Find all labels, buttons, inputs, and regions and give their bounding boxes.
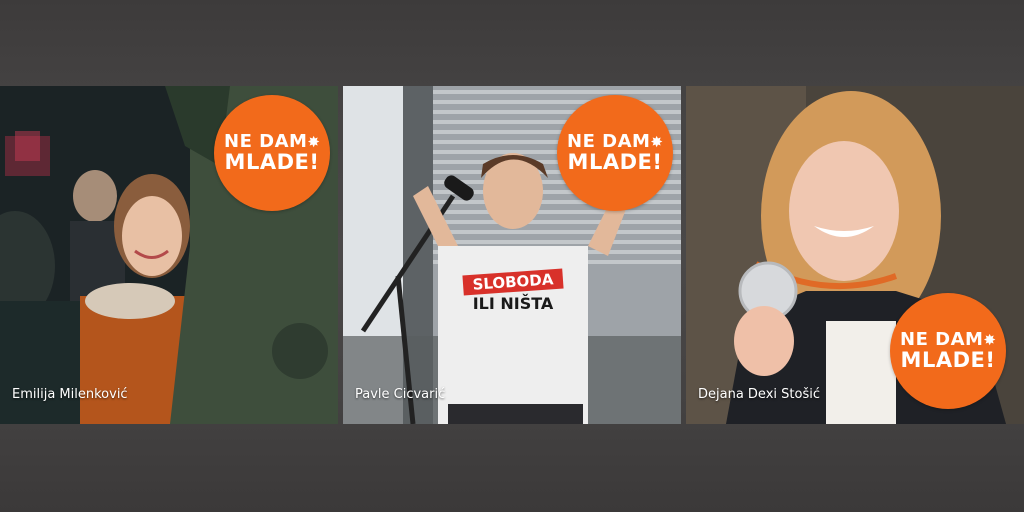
ne-dam-mlade-badge: NE DAM✸ MLADE! [890, 293, 1006, 409]
photo-panel-1: NE DAM✸ MLADE! Emilija Milenković [0, 86, 338, 424]
photo-panel-2: SLOBODA ILI NIŠTA NE DAM✸ MLADE! Pavle C… [343, 86, 681, 424]
badge-line-1: NE DAM [900, 328, 984, 350]
badge-line-2: MLADE! [900, 348, 996, 373]
burst-icon: ✸ [307, 132, 320, 151]
burst-icon: ✸ [650, 132, 663, 151]
badge-line-1: NE DAM [567, 130, 651, 152]
person-name-caption: Pavle Cicvarić [355, 387, 446, 402]
shirt-print: SLOBODA ILI NIŠTA [462, 268, 564, 313]
shirt-text-line-2: ILI NIŠTA [472, 294, 554, 313]
person-name-caption: Emilija Milenković [12, 387, 128, 402]
ne-dam-mlade-badge: NE DAM✸ MLADE! [214, 95, 330, 211]
ne-dam-mlade-badge: NE DAM✸ MLADE! [557, 95, 673, 211]
shirt-text-line-1: SLOBODA [462, 268, 564, 296]
burst-icon: ✸ [983, 330, 996, 349]
photo-panel-3: NE DAM✸ MLADE! Dejana Dexi Stošić [686, 86, 1024, 424]
badge-line-1: NE DAM [224, 130, 308, 152]
person-name-caption: Dejana Dexi Stošić [698, 387, 820, 402]
badge-line-2: MLADE! [224, 150, 320, 175]
badge-line-2: MLADE! [567, 150, 663, 175]
